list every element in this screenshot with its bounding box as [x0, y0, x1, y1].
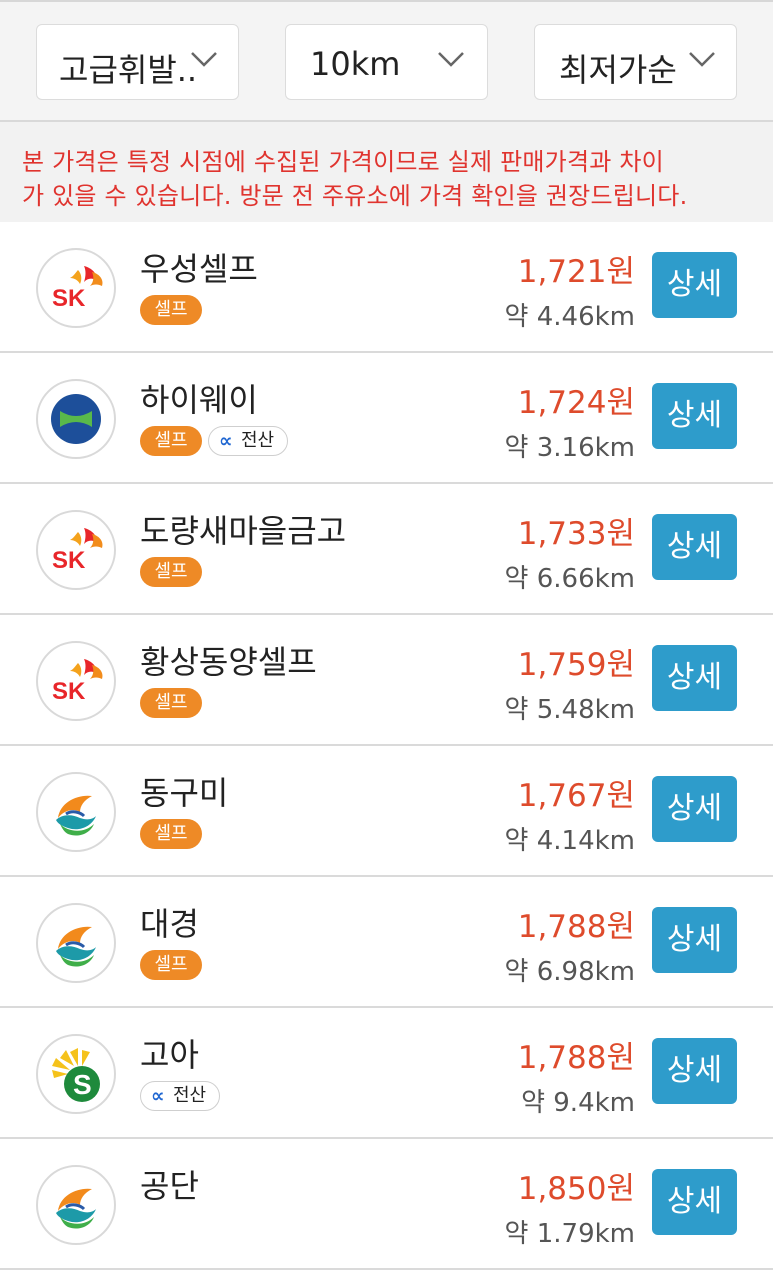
filter-bar: 고급휘발.. 10km 최저가순 [0, 0, 773, 120]
detail-button[interactable]: 상세 [652, 645, 737, 711]
radius-label: 10km [310, 45, 401, 83]
station-price: 1,733원 [517, 516, 635, 552]
station-distance: 약 9.4km [521, 1088, 635, 1118]
sk-logo: SK [36, 641, 116, 721]
station-distance: 약 4.14km [504, 826, 635, 856]
station-name: 하이웨이 [140, 381, 258, 419]
station-row[interactable]: 공단 1,850원약 1.79km 상세 [0, 1139, 773, 1270]
electronic-badge-label: 전산 [241, 430, 275, 451]
station-name: 동구미 [140, 774, 229, 812]
svg-text:SK: SK [52, 678, 86, 705]
station-row[interactable]: S 고아 ∝ 전산 1,788원약 9.4km 상세 [0, 1008, 773, 1139]
self-service-badge: 셀프 [140, 426, 202, 456]
svg-text:SK: SK [52, 285, 86, 312]
price-notice: 본 가격은 특정 시점에 수집된 가격이므로 실제 판매가격과 차이 가 있을 … [0, 120, 773, 222]
gs-caltex-logo [36, 903, 116, 983]
self-service-badge: 셀프 [140, 688, 202, 718]
detail-button[interactable]: 상세 [652, 252, 737, 318]
station-distance: 약 3.16km [504, 433, 635, 463]
sk-logo: SK [36, 248, 116, 328]
station-distance: 약 5.48km [504, 695, 635, 725]
station-name: 우성셀프 [140, 250, 258, 288]
station-row[interactable]: 대경셀프 1,788원약 6.98km 상세 [0, 877, 773, 1008]
station-price: 1,759원 [517, 647, 635, 683]
chevron-down-icon [189, 48, 219, 70]
self-service-badge: 셀프 [140, 295, 202, 325]
station-row[interactable]: 동구미셀프 1,767원약 4.14km 상세 [0, 746, 773, 877]
sort-label: 최저가순 [559, 51, 677, 89]
fuel-type-label: 고급휘발.. [59, 51, 198, 89]
station-distance: 약 6.66km [504, 564, 635, 594]
detail-button[interactable]: 상세 [652, 907, 737, 973]
station-row[interactable]: SK 황상동양셀프셀프 1,759원약 5.48km 상세 [0, 615, 773, 746]
station-distance: 약 6.98km [504, 957, 635, 987]
station-price: 1,767원 [517, 778, 635, 814]
station-distance: 약 4.46km [504, 302, 635, 332]
station-name: 대경 [140, 905, 199, 943]
radius-dropdown[interactable]: 10km [285, 24, 488, 100]
electronic-payment-badge: ∝ 전산 [208, 426, 288, 456]
notice-line-2: 가 있을 수 있습니다. 방문 전 주유소에 가격 확인을 권장드립니다. [22, 182, 688, 210]
detail-button[interactable]: 상세 [652, 383, 737, 449]
electronic-badge-label: 전산 [173, 1085, 207, 1106]
sk-logo: SK [36, 510, 116, 590]
station-name: 공단 [140, 1167, 199, 1205]
station-row[interactable]: SK 우성셀프셀프 1,721원약 4.46km 상세 [0, 222, 773, 353]
svg-text:S: S [73, 1069, 92, 1100]
chevron-down-icon [687, 48, 717, 70]
chevron-down-icon [436, 48, 466, 70]
station-price: 1,724원 [517, 385, 635, 421]
station-price: 1,721원 [517, 254, 635, 290]
station-price: 1,788원 [517, 909, 635, 945]
sort-dropdown[interactable]: 최저가순 [534, 24, 737, 100]
self-service-badge: 셀프 [140, 557, 202, 587]
station-distance: 약 1.79km [504, 1219, 635, 1249]
gs-caltex-logo [36, 772, 116, 852]
fuel-type-dropdown[interactable]: 고급휘발.. [36, 24, 239, 100]
hyundai-oilbank-logo [36, 379, 116, 459]
electronic-payment-badge: ∝ 전산 [140, 1081, 220, 1111]
detail-button[interactable]: 상세 [652, 1169, 737, 1235]
detail-button[interactable]: 상세 [652, 776, 737, 842]
self-service-badge: 셀프 [140, 950, 202, 980]
ok-cashbag-icon: ∝ [151, 1085, 165, 1107]
station-row[interactable]: 하이웨이셀프 ∝ 전산 1,724원약 3.16km 상세 [0, 353, 773, 484]
s-oil-logo: S [36, 1034, 116, 1114]
ok-cashbag-icon: ∝ [219, 430, 233, 452]
station-price: 1,850원 [517, 1171, 635, 1207]
station-name: 황상동양셀프 [140, 643, 317, 681]
station-row[interactable]: SK 도량새마을금고셀프 1,733원약 6.66km 상세 [0, 484, 773, 615]
svg-text:SK: SK [52, 547, 86, 574]
station-name: 도량새마을금고 [140, 512, 347, 550]
detail-button[interactable]: 상세 [652, 1038, 737, 1104]
detail-button[interactable]: 상세 [652, 514, 737, 580]
station-price: 1,788원 [517, 1040, 635, 1076]
station-name: 고아 [140, 1036, 199, 1074]
self-service-badge: 셀프 [140, 819, 202, 849]
gs-caltex-logo [36, 1165, 116, 1245]
notice-line-1: 본 가격은 특정 시점에 수집된 가격이므로 실제 판매가격과 차이 [22, 148, 664, 176]
